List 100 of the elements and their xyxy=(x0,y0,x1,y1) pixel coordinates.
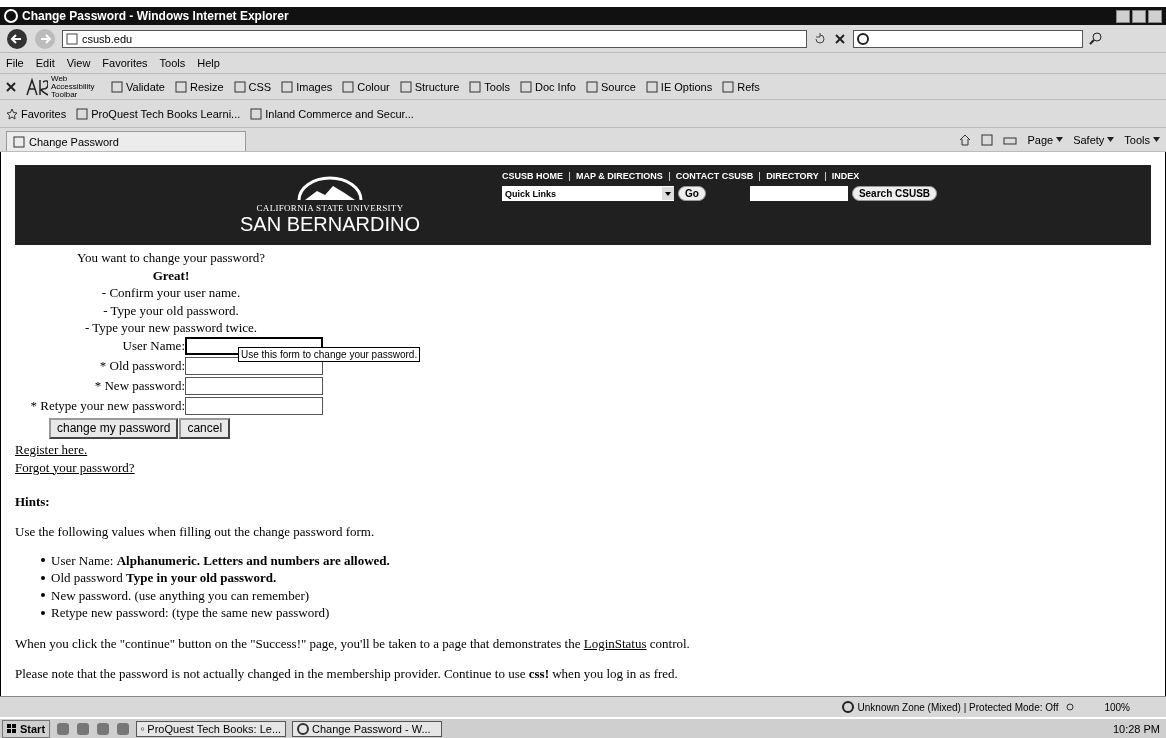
favorites-button[interactable]: Favorites xyxy=(6,107,67,120)
favorite-link[interactable]: Inland Commerce and Secur... xyxy=(250,107,414,120)
clock: 10:28 PM xyxy=(1112,722,1161,735)
toolbar-button[interactable]: Resize xyxy=(174,80,224,93)
bullet-icon xyxy=(41,610,45,615)
toolbar-name: Web Accessibility Toolbar xyxy=(51,74,96,99)
windows-logo-icon xyxy=(7,723,17,734)
window-title: Change Password - Windows Internet Explorer xyxy=(22,9,289,23)
toolbar-button[interactable]: Refs xyxy=(722,80,760,93)
logo-text: SAN BERNARDINO xyxy=(240,213,420,235)
tool-icon xyxy=(469,80,482,93)
page-icon xyxy=(250,107,263,120)
toolbar-button[interactable]: IE Options xyxy=(645,80,713,93)
command-menu[interactable]: Safety xyxy=(1073,133,1115,146)
start-button[interactable]: Start xyxy=(2,719,51,738)
hints-intro: Use the following values when filling out the change password form. xyxy=(15,523,376,540)
bullet-icon xyxy=(41,593,45,598)
toolbar-button[interactable]: Tools xyxy=(469,80,510,93)
field-label: * Retype your new password: xyxy=(29,396,185,415)
mountain-logo-icon xyxy=(295,175,365,201)
menu-item[interactable]: File xyxy=(6,57,24,69)
tool-icon xyxy=(111,80,123,93)
menu-item[interactable]: View xyxy=(66,57,91,69)
quick-links-dropdown[interactable]: Quick Links xyxy=(502,186,674,201)
page-icon xyxy=(13,135,25,148)
toolbar-button[interactable]: CSS xyxy=(233,80,272,93)
tool-icon xyxy=(281,80,294,93)
home-icon[interactable] xyxy=(959,133,972,146)
close-button[interactable] xyxy=(1148,9,1162,23)
input-field[interactable] xyxy=(185,376,323,395)
search-icon[interactable] xyxy=(1089,31,1103,46)
bullet-icon xyxy=(41,558,45,563)
url-text: csusb.edu xyxy=(82,32,133,45)
quick-launch-icon[interactable] xyxy=(96,721,111,736)
nav-link[interactable]: DIRECTORY xyxy=(766,171,819,181)
tool-icon xyxy=(174,80,187,93)
page-icon xyxy=(76,107,89,120)
nav-link[interactable]: INDEX xyxy=(831,171,860,181)
tooltip: Use this form to change your password. xyxy=(238,347,421,362)
text-link[interactable]: Register here. xyxy=(15,440,88,459)
search-button[interactable]: Search CSUSB xyxy=(851,186,938,201)
search-field[interactable] xyxy=(853,29,1083,48)
zoom-level[interactable]: 100% xyxy=(1104,701,1130,713)
toolbar-button[interactable]: Source xyxy=(585,80,636,93)
quick-launch-icon[interactable] xyxy=(116,721,131,736)
nav-link[interactable]: CSUSB HOME xyxy=(502,171,563,181)
cancel-button[interactable]: cancel xyxy=(179,417,231,439)
toolbar-button[interactable]: Structure xyxy=(399,80,460,93)
note-text: When you click the "continue" button on the "Success!" page, you'll be taken to a page that demonstrates the LoginStatus control. xyxy=(15,635,691,652)
close-icon[interactable] xyxy=(833,31,847,46)
page-icon xyxy=(66,32,78,45)
refresh-icon[interactable] xyxy=(813,31,827,46)
text-link[interactable]: LoginStatus xyxy=(583,635,647,651)
quick-launch-icon[interactable] xyxy=(56,721,71,736)
tool-icon xyxy=(233,80,246,93)
go-button[interactable]: Go xyxy=(678,186,706,201)
tool-icon xyxy=(342,80,355,93)
intro-exclaim: Great! xyxy=(151,266,191,284)
command-menu[interactable]: Tools xyxy=(1124,133,1160,146)
field-label: * Old password: xyxy=(98,356,185,375)
submit-button[interactable]: change my password xyxy=(49,417,179,439)
note-text: Please note that the password is not actually changed in the membership provider. Continue to use css! when you log in as fred. xyxy=(15,665,679,682)
hint-item: Retype new password: (type the same new password) xyxy=(51,604,330,622)
hint-item: New password. (use anything you can remember) xyxy=(51,586,310,604)
step-text: - Type your new password twice. xyxy=(83,319,259,337)
menu-item[interactable]: Help xyxy=(197,57,220,69)
toolbar-button[interactable]: Images xyxy=(281,80,333,93)
menu-item[interactable]: Edit xyxy=(35,57,55,69)
favorite-link[interactable]: ProQuest Tech Books Learni... xyxy=(76,107,241,120)
nav-link[interactable]: MAP & DIRECTIONS xyxy=(576,171,663,181)
field-label: * New password: xyxy=(93,376,185,395)
caret-icon xyxy=(1107,137,1115,142)
tool-icon xyxy=(399,80,412,93)
taskbar-button[interactable]: ProQuest Tech Books: Le... xyxy=(136,720,287,737)
close-icon[interactable] xyxy=(6,81,16,92)
quick-launch-icon[interactable] xyxy=(76,721,91,736)
input-field[interactable] xyxy=(185,396,323,415)
toolbar-button[interactable]: Validate xyxy=(111,80,165,93)
nav-link[interactable]: CONTACT CSUSB xyxy=(675,171,754,181)
browser-tab[interactable]: Change Password xyxy=(6,131,246,151)
back-icon[interactable] xyxy=(6,27,28,50)
logo-text: CALIFORNIA STATE UNIVERSITY xyxy=(256,203,404,213)
minimize-button[interactable] xyxy=(1116,9,1130,23)
text-link[interactable]: Forgot your password? xyxy=(15,458,135,477)
menu-item[interactable]: Tools xyxy=(159,57,186,69)
address-field[interactable]: csusb.edu xyxy=(62,29,807,48)
taskbar-button[interactable]: Change Password - W... xyxy=(292,720,443,737)
bullet-icon xyxy=(41,575,45,580)
maximize-button[interactable] xyxy=(1132,9,1146,23)
toolbar-button[interactable]: Doc Info xyxy=(520,80,576,93)
command-menu[interactable]: Page xyxy=(1027,133,1064,146)
step-text: - Confirm your user name. xyxy=(100,284,242,302)
field-label: User Name: xyxy=(121,336,185,355)
hints-heading: Hints: xyxy=(15,493,51,510)
hint-item: Old password Type in your old password. xyxy=(51,569,277,587)
hint-item: User Name: Alphanumeric. Letters and numbers are allowed. xyxy=(51,551,390,569)
menu-item[interactable]: Favorites xyxy=(102,57,148,69)
caret-icon xyxy=(1153,137,1160,142)
toolbar-button[interactable]: Colour xyxy=(342,80,390,93)
search-input[interactable] xyxy=(749,186,848,201)
